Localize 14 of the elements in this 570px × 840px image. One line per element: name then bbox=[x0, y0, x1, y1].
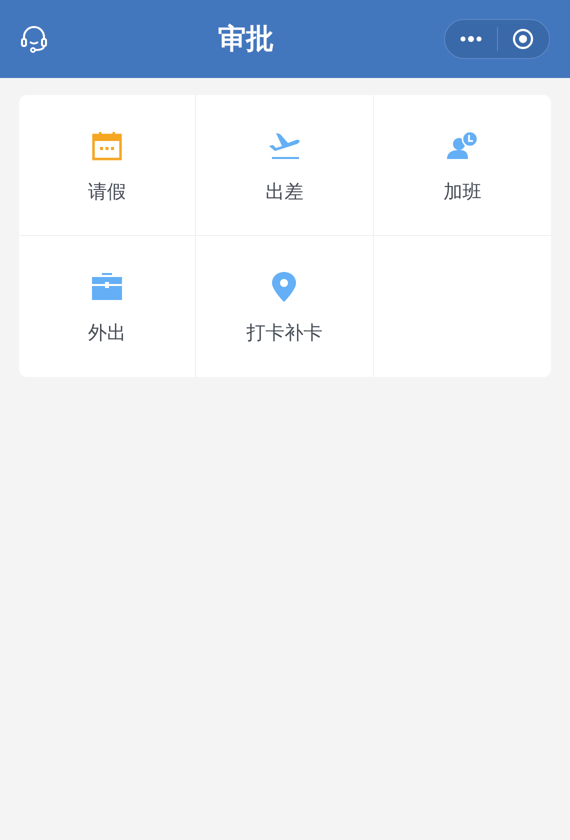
calendar-icon bbox=[92, 131, 122, 161]
page-title: 审批 bbox=[218, 22, 274, 56]
menu-item-label[interactable]: 外出 bbox=[88, 320, 126, 348]
location-pin-icon bbox=[271, 271, 298, 303]
target-icon bbox=[512, 28, 534, 50]
briefcase-icon bbox=[91, 272, 124, 302]
more-icon bbox=[460, 35, 482, 43]
menu-item-label[interactable]: 加班 bbox=[443, 179, 482, 208]
menu-item-label[interactable]: 请假 bbox=[88, 179, 126, 208]
headset-icon[interactable] bbox=[20, 25, 48, 53]
menu-item-label[interactable]: 打卡补卡 bbox=[246, 320, 322, 348]
airplane-icon bbox=[267, 131, 302, 161]
menu-item-label[interactable]: 出差 bbox=[265, 179, 304, 208]
person-clock-icon bbox=[446, 131, 478, 161]
